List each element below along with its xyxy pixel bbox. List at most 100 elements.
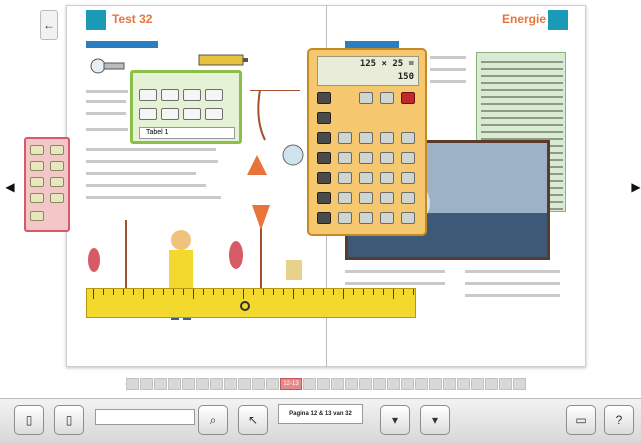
tool-button[interactable] bbox=[139, 89, 157, 101]
page-cell[interactable] bbox=[154, 378, 167, 390]
tool-button[interactable] bbox=[161, 108, 179, 120]
calculator-key[interactable] bbox=[359, 192, 373, 204]
palette-button[interactable] bbox=[30, 193, 44, 203]
page-cell[interactable] bbox=[429, 378, 442, 390]
page-cell[interactable] bbox=[387, 378, 400, 390]
page-cell[interactable] bbox=[252, 378, 265, 390]
tool-button[interactable] bbox=[205, 108, 223, 120]
page-cell[interactable] bbox=[126, 378, 139, 390]
page-cell[interactable] bbox=[359, 378, 372, 390]
calculator-key[interactable] bbox=[359, 172, 373, 184]
ruler-tick bbox=[203, 289, 204, 295]
tool-button[interactable] bbox=[139, 108, 157, 120]
calculator-key[interactable] bbox=[359, 212, 373, 224]
calculator-key[interactable] bbox=[317, 92, 331, 104]
page-cell[interactable] bbox=[373, 378, 386, 390]
palette-button[interactable] bbox=[50, 177, 64, 187]
calculator-key[interactable] bbox=[359, 132, 373, 144]
calculator-key[interactable] bbox=[317, 132, 331, 144]
page-cell[interactable] bbox=[499, 378, 512, 390]
calculator-key[interactable] bbox=[317, 112, 331, 124]
calculator-key[interactable] bbox=[317, 172, 331, 184]
calculator-key[interactable] bbox=[380, 152, 394, 164]
calculator-key[interactable] bbox=[359, 152, 373, 164]
ruler-tool[interactable] bbox=[86, 288, 416, 318]
page-cell[interactable] bbox=[513, 378, 526, 390]
page-cell[interactable] bbox=[303, 378, 316, 390]
calculator-key[interactable] bbox=[380, 212, 394, 224]
page-cell[interactable] bbox=[182, 378, 195, 390]
ruler-center-knob[interactable] bbox=[240, 301, 250, 311]
palette-button[interactable] bbox=[50, 193, 64, 203]
first-page-button[interactable]: ▯ bbox=[14, 405, 44, 435]
page-cell[interactable] bbox=[471, 378, 484, 390]
search-button[interactable]: ⌕ bbox=[198, 405, 228, 435]
page-cell[interactable] bbox=[238, 378, 251, 390]
page-cell[interactable] bbox=[401, 378, 414, 390]
table-row bbox=[481, 124, 563, 126]
calculator-key[interactable] bbox=[338, 152, 352, 164]
calculator-key[interactable] bbox=[401, 212, 415, 224]
page-cell[interactable] bbox=[415, 378, 428, 390]
previous-page-arrow[interactable]: ◀ bbox=[5, 180, 15, 194]
next-page-arrow[interactable]: ▶ bbox=[631, 180, 641, 194]
calculator-key[interactable] bbox=[401, 172, 415, 184]
calculator-key[interactable] bbox=[317, 152, 331, 164]
bookmark-button[interactable]: ▾ bbox=[420, 405, 450, 435]
battery-illustration bbox=[198, 54, 248, 66]
page-cell[interactable] bbox=[345, 378, 358, 390]
tool-button[interactable] bbox=[205, 89, 223, 101]
tool-button[interactable] bbox=[183, 89, 201, 101]
palette-button[interactable] bbox=[50, 161, 64, 171]
page-cell[interactable] bbox=[140, 378, 153, 390]
page-cell-active[interactable]: 12-13 bbox=[280, 378, 302, 390]
page-cell[interactable] bbox=[224, 378, 237, 390]
calculator-key[interactable] bbox=[401, 132, 415, 144]
next-spread-button[interactable]: ▾ bbox=[380, 405, 410, 435]
collapse-panel-tab[interactable]: ← bbox=[40, 10, 58, 40]
calculator-key[interactable] bbox=[359, 92, 373, 104]
page-cell[interactable] bbox=[210, 378, 223, 390]
page-cell[interactable] bbox=[443, 378, 456, 390]
calculator-key[interactable] bbox=[338, 192, 352, 204]
tool-button[interactable] bbox=[183, 108, 201, 120]
text-line bbox=[465, 294, 560, 297]
calculator-key[interactable] bbox=[317, 212, 331, 224]
calculator-key[interactable] bbox=[338, 212, 352, 224]
page-cell[interactable] bbox=[317, 378, 330, 390]
calculator-key[interactable] bbox=[401, 92, 415, 104]
calculator-key[interactable] bbox=[401, 192, 415, 204]
page-cell[interactable] bbox=[266, 378, 279, 390]
page-search-input[interactable] bbox=[95, 409, 195, 425]
palette-button[interactable] bbox=[30, 177, 44, 187]
help-button[interactable]: ? bbox=[604, 405, 634, 435]
page-cell[interactable] bbox=[485, 378, 498, 390]
zoom-button[interactable]: ↖ bbox=[238, 405, 268, 435]
palette-button[interactable] bbox=[30, 211, 44, 221]
page-cell[interactable] bbox=[331, 378, 344, 390]
page-cell[interactable] bbox=[457, 378, 470, 390]
page-cell[interactable] bbox=[168, 378, 181, 390]
calculator-key[interactable] bbox=[380, 172, 394, 184]
text-line bbox=[86, 196, 221, 199]
calculator-key[interactable] bbox=[380, 92, 394, 104]
palette-button[interactable] bbox=[50, 145, 64, 155]
calculator-key[interactable] bbox=[380, 132, 394, 144]
palette-button[interactable] bbox=[30, 145, 44, 155]
prev-spread-button[interactable]: ▯ bbox=[54, 405, 84, 435]
ruler-tick bbox=[173, 289, 174, 295]
palette-button[interactable] bbox=[30, 161, 44, 171]
table-select[interactable]: Tabel 1 bbox=[139, 127, 235, 139]
calculator-key[interactable] bbox=[338, 172, 352, 184]
table-row bbox=[481, 117, 563, 119]
ruler-tick bbox=[113, 289, 114, 295]
calculator-key[interactable] bbox=[401, 152, 415, 164]
tool-button[interactable] bbox=[161, 89, 179, 101]
table-row bbox=[481, 82, 563, 84]
calculator-key[interactable] bbox=[317, 192, 331, 204]
calculator-key[interactable] bbox=[380, 192, 394, 204]
page-cell[interactable] bbox=[196, 378, 209, 390]
thermometer-illustration bbox=[90, 58, 125, 74]
calculator-key[interactable] bbox=[338, 132, 352, 144]
print-button[interactable]: ▭ bbox=[566, 405, 596, 435]
